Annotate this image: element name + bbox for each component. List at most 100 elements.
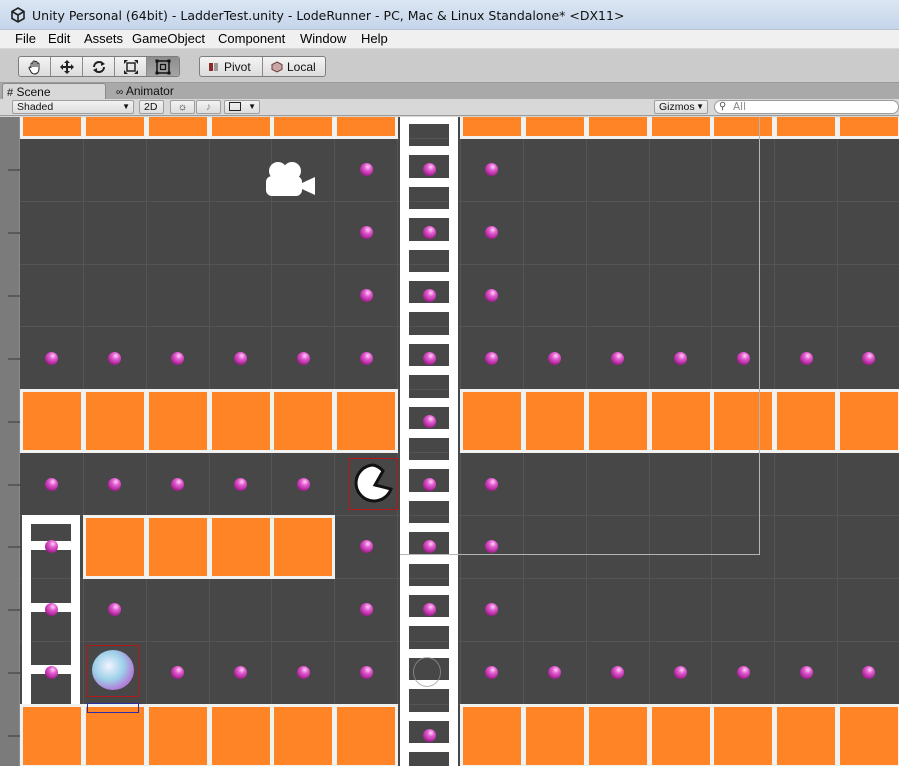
camera-bounds-bottom	[400, 554, 760, 555]
brick-tile	[146, 117, 210, 139]
brick-tile	[146, 389, 210, 453]
player-sprite	[92, 650, 134, 690]
brick-tile	[209, 117, 273, 139]
menu-component[interactable]: Component	[218, 31, 285, 46]
brick-tile	[83, 389, 147, 453]
menu-bar: File Edit Assets GameObject Component Wi…	[0, 30, 899, 49]
brick-tile	[271, 117, 335, 139]
move-tool-button[interactable]	[51, 57, 83, 76]
ruler-tick	[8, 295, 20, 297]
brick-tile	[334, 117, 398, 139]
camera-gizmo-icon[interactable]	[262, 161, 318, 199]
coin	[360, 226, 373, 239]
gizmos-dropdown[interactable]: Gizmos ▼	[654, 100, 708, 114]
brick-tile	[209, 704, 273, 766]
menu-gameobject[interactable]: GameObject	[132, 31, 205, 46]
brick-tile	[523, 389, 587, 453]
transform-tools	[18, 56, 180, 77]
dropdown-arrow-icon: ▼	[122, 102, 130, 111]
ladder-rung	[400, 460, 458, 469]
player-selection[interactable]	[87, 645, 139, 697]
ladder-rung	[400, 712, 458, 721]
local-button[interactable]: Local	[263, 57, 325, 76]
menu-assets[interactable]: Assets	[84, 31, 123, 46]
lighting-toggle[interactable]: ☼	[170, 100, 195, 114]
coin	[45, 478, 58, 491]
coin	[423, 540, 436, 553]
ladder-rung	[400, 366, 458, 375]
rect-tool-button[interactable]	[147, 57, 179, 76]
ladder-rung	[400, 178, 458, 187]
pivot-label: Pivot	[224, 59, 251, 74]
enemy-sprite	[354, 463, 393, 503]
brick-tile	[20, 704, 84, 766]
brick-tile	[837, 704, 899, 766]
dropdown-arrow-icon: ▼	[248, 102, 256, 111]
brick-tile	[83, 704, 147, 766]
grid-line-horizontal	[20, 641, 899, 642]
coin	[423, 603, 436, 616]
coin	[862, 666, 875, 679]
coin	[611, 666, 624, 679]
toolbar: Pivot Local	[0, 49, 899, 83]
coin	[108, 352, 121, 365]
coin	[485, 289, 498, 302]
mode-2d-label: 2D	[144, 101, 158, 113]
shading-mode-label: Shaded	[17, 101, 54, 113]
rotate-tool-button[interactable]	[83, 57, 115, 76]
mode-2d-toggle[interactable]: 2D	[139, 100, 164, 114]
ladder-marker-icon	[413, 657, 441, 687]
coin	[360, 163, 373, 176]
window-title: Unity Personal (64bit) - LadderTest.unit…	[32, 8, 625, 23]
ladder-rung	[400, 743, 458, 752]
menu-edit[interactable]: Edit	[48, 31, 70, 46]
ladder-rung	[400, 555, 458, 564]
scale-tool-button[interactable]	[115, 57, 147, 76]
coin	[45, 352, 58, 365]
brick-tile	[649, 117, 713, 139]
audio-toggle[interactable]: ♪	[196, 100, 221, 114]
menu-help[interactable]: Help	[361, 31, 388, 46]
tab-scene[interactable]: # Scene	[2, 83, 106, 99]
ruler-tick	[8, 421, 20, 423]
tab-animator[interactable]: ∞ Animator	[112, 83, 202, 99]
pivot-button[interactable]: Pivot	[200, 57, 263, 76]
vertical-ruler	[0, 117, 20, 766]
coin	[45, 603, 58, 616]
hand-tool-button[interactable]	[19, 57, 51, 76]
coin	[234, 666, 247, 679]
ruler-tick	[8, 609, 20, 611]
move-icon	[59, 59, 74, 74]
brick-tile	[334, 389, 398, 453]
pivot-icon	[209, 62, 218, 71]
speaker-icon: ♪	[205, 101, 212, 113]
menu-file[interactable]: File	[15, 31, 36, 46]
brick-tile	[83, 515, 147, 579]
menu-window[interactable]: Window	[300, 31, 346, 46]
image-icon	[229, 102, 241, 111]
hierarchy-search-input[interactable]: ⚲ All	[714, 100, 899, 114]
ruler-tick	[8, 358, 20, 360]
ladder-rung	[400, 209, 458, 218]
coin	[423, 729, 436, 742]
brick-tile	[649, 704, 713, 766]
coin	[360, 603, 373, 616]
coin	[800, 352, 813, 365]
ladder-rung	[400, 586, 458, 595]
coin	[485, 226, 498, 239]
brick-tile	[271, 704, 335, 766]
brick-tile	[711, 704, 775, 766]
shading-mode-dropdown[interactable]: Shaded ▼	[12, 100, 134, 114]
enemy-selection[interactable]	[348, 458, 398, 510]
local-label: Local	[287, 59, 316, 74]
tab-animator-label: Animator	[125, 84, 174, 98]
effects-dropdown[interactable]: ▼	[224, 100, 260, 114]
coin	[45, 666, 58, 679]
scene-viewport[interactable]	[0, 117, 899, 766]
coin	[485, 666, 498, 679]
coin	[108, 603, 121, 616]
ruler-tick	[8, 735, 20, 737]
coin	[674, 352, 687, 365]
ladder-rung	[400, 429, 458, 438]
scale-icon	[123, 59, 138, 74]
